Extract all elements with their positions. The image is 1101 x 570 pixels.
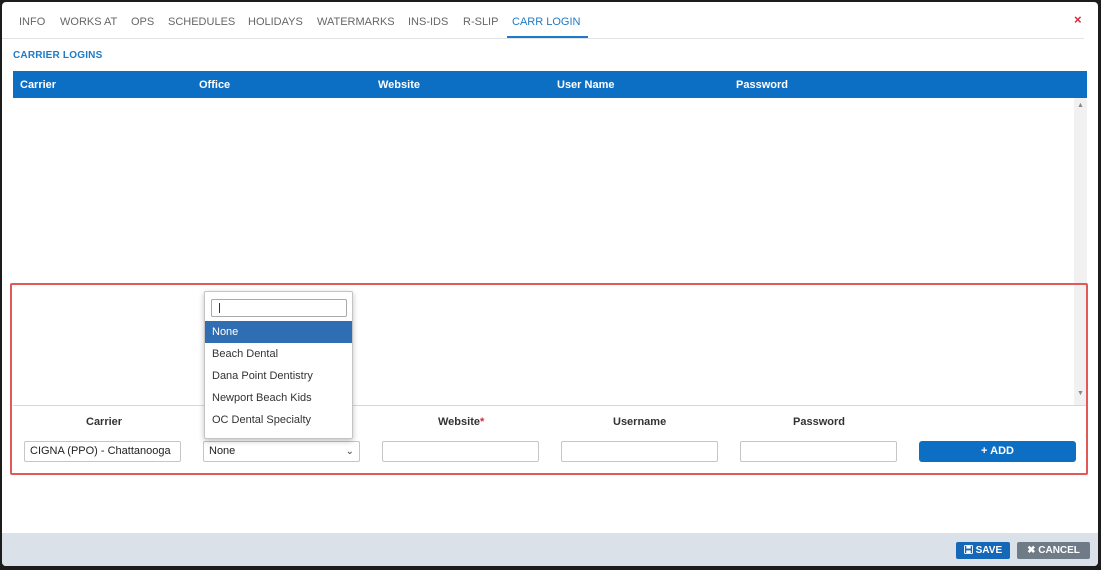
website-field[interactable] xyxy=(382,441,539,462)
tab-r-slip[interactable]: R-SLIP xyxy=(463,16,498,28)
dropdown-option-beach-dental[interactable]: Beach Dental xyxy=(205,343,352,365)
carrier-label: Carrier xyxy=(86,416,123,428)
username-label: Username xyxy=(613,416,667,428)
scroll-up-icon[interactable]: ▲ xyxy=(1076,102,1085,109)
cancel-button-label: CANCEL xyxy=(1038,545,1080,556)
tab-holidays[interactable]: HOLIDAYS xyxy=(248,16,303,28)
scroll-down-icon[interactable]: ▼ xyxy=(1076,390,1085,397)
carrier-field[interactable]: CIGNA (PPO) - Chattanooga xyxy=(24,441,181,462)
required-marker: * xyxy=(479,416,485,428)
grid-header: Carrier Office Website User Name Passwor… xyxy=(13,71,1087,98)
column-header-carrier[interactable]: Carrier xyxy=(20,79,56,91)
column-header-user-name[interactable]: User Name xyxy=(557,79,614,91)
section-title: CARRIER LOGINS xyxy=(13,50,103,61)
active-tab-indicator xyxy=(507,36,588,38)
dropdown-search-input[interactable] xyxy=(211,299,347,317)
tab-info[interactable]: INFO xyxy=(19,16,45,28)
tab-works-at[interactable]: WORKS AT xyxy=(60,16,117,28)
password-field[interactable] xyxy=(740,441,897,462)
plus-icon: + xyxy=(981,445,988,457)
office-select[interactable]: None ⌄ xyxy=(203,441,360,462)
dialog-footer: SAVE ✖ CANCEL xyxy=(2,533,1098,566)
save-button-label: SAVE xyxy=(975,545,1003,556)
password-label: Password xyxy=(793,416,845,428)
add-button-label: ADD xyxy=(990,445,1014,457)
x-icon: ✖ xyxy=(1027,545,1036,556)
add-login-form: Carrier Website* Username Password CIGNA… xyxy=(13,405,1087,474)
tab-ops[interactable]: OPS xyxy=(131,16,154,28)
chevron-down-icon: ⌄ xyxy=(345,446,354,457)
tab-bar: INFO WORKS AT OPS SCHEDULES HOLIDAYS WAT… xyxy=(2,2,1084,39)
column-header-website[interactable]: Website xyxy=(378,79,420,91)
dropdown-option-newport-beach-kids[interactable]: Newport Beach Kids xyxy=(205,387,352,409)
text-cursor xyxy=(219,303,220,313)
column-header-office[interactable]: Office xyxy=(199,79,230,91)
username-field[interactable] xyxy=(561,441,718,462)
save-button[interactable]: SAVE xyxy=(956,542,1010,559)
dropdown-option-none[interactable]: None xyxy=(205,321,352,343)
office-dropdown: None Beach Dental Dana Point Dentistry N… xyxy=(204,291,353,439)
dropdown-option-oc-dental-specialty[interactable]: OC Dental Specialty xyxy=(205,409,352,431)
cancel-button[interactable]: ✖ CANCEL xyxy=(1017,542,1090,559)
grid-body: ▲ ▼ xyxy=(13,98,1087,406)
carrier-login-dialog: INFO WORKS AT OPS SCHEDULES HOLIDAYS WAT… xyxy=(2,2,1098,566)
website-label: Website* xyxy=(438,416,485,428)
dropdown-option-dana-point-dentistry[interactable]: Dana Point Dentistry xyxy=(205,365,352,387)
vertical-scrollbar[interactable]: ▲ ▼ xyxy=(1074,98,1087,405)
tab-schedules[interactable]: SCHEDULES xyxy=(168,16,235,28)
tab-carr-login[interactable]: CARR LOGIN xyxy=(512,16,580,28)
close-icon[interactable]: × xyxy=(1074,12,1082,27)
floppy-disk-icon xyxy=(963,545,973,554)
office-select-value: None xyxy=(209,445,236,457)
column-header-password[interactable]: Password xyxy=(736,79,788,91)
add-button[interactable]: + ADD xyxy=(919,441,1076,462)
tab-watermarks[interactable]: WATERMARKS xyxy=(317,16,395,28)
tab-ins-ids[interactable]: INS-IDS xyxy=(408,16,448,28)
